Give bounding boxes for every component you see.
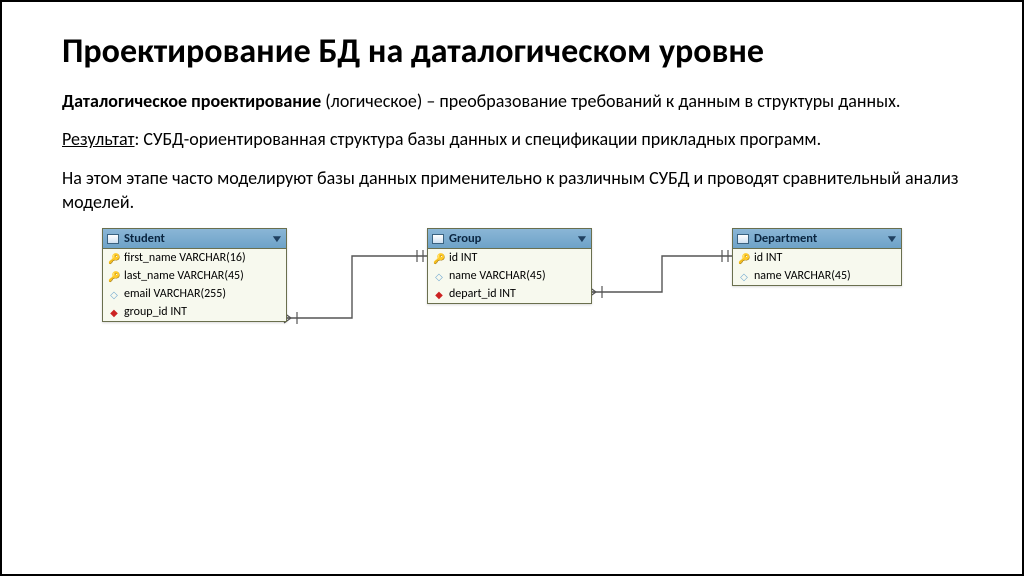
table-group-title: Group xyxy=(449,231,577,246)
key-icon: 🔑 xyxy=(108,252,120,265)
table-row: ◆ depart_id INT xyxy=(428,285,591,303)
col-text: name VARCHAR(45) xyxy=(449,269,546,283)
col-text: group_id INT xyxy=(124,305,187,319)
col-text: last_name VARCHAR(45) xyxy=(124,269,244,283)
slide: Проектирование БД на даталогическом уров… xyxy=(0,0,1024,576)
table-department-header: Department ▼ xyxy=(733,229,901,249)
table-row: ◇ name VARCHAR(45) xyxy=(733,267,901,285)
table-row: ◇ email VARCHAR(255) xyxy=(103,285,286,303)
table-student-header: Student ▼ xyxy=(103,229,286,249)
result-underlined: Результат xyxy=(62,128,135,150)
paragraph-etap: На этом этапе часто моделируют базы данн… xyxy=(62,166,962,215)
col-text: depart_id INT xyxy=(449,287,516,301)
table-row: ◇ name VARCHAR(45) xyxy=(428,267,591,285)
table-row: 🔑 id INT xyxy=(733,249,901,267)
nullable-icon: ◇ xyxy=(433,270,445,283)
chevron-down-icon: ▼ xyxy=(575,232,589,245)
table-row: ◆ group_id INT xyxy=(103,303,286,321)
table-group-header: Group ▼ xyxy=(428,229,591,249)
col-text: id INT xyxy=(449,251,477,265)
col-text: name VARCHAR(45) xyxy=(754,269,851,283)
table-icon xyxy=(107,234,119,244)
col-text: id INT xyxy=(754,251,782,265)
chevron-down-icon: ▼ xyxy=(270,232,284,245)
result-rest: : СУБД-ориентированная структура базы да… xyxy=(135,128,822,150)
table-department: Department ▼ 🔑 id INT ◇ name VARCHAR(45) xyxy=(732,228,902,286)
table-icon xyxy=(737,234,749,244)
fk-icon: ◆ xyxy=(433,288,445,301)
term-bold: Даталогическое проектирование xyxy=(62,90,321,112)
page-title: Проектирование БД на даталогическом уров… xyxy=(62,32,962,71)
erd-diagram: Student ▼ 🔑 first_name VARCHAR(16) 🔑 last_… xyxy=(82,228,942,403)
table-group: Group ▼ 🔑 id INT ◇ name VARCHAR(45) ◆ depar… xyxy=(427,228,592,304)
nullable-icon: ◇ xyxy=(108,288,120,301)
col-text: email VARCHAR(255) xyxy=(124,287,226,301)
paragraph-result: Результат: СУБД-ориентированная структур… xyxy=(62,127,962,151)
table-row: 🔑 first_name VARCHAR(16) xyxy=(103,249,286,267)
key-icon: 🔑 xyxy=(738,252,750,265)
nullable-icon: ◇ xyxy=(738,270,750,283)
table-row: 🔑 id INT xyxy=(428,249,591,267)
table-department-title: Department xyxy=(754,231,887,246)
table-student-title: Student xyxy=(124,231,272,246)
term-rest: (логическое) – преобразование требований… xyxy=(321,90,900,112)
table-icon xyxy=(432,234,444,244)
chevron-down-icon: ▼ xyxy=(885,232,899,245)
key-icon: 🔑 xyxy=(433,252,445,265)
table-row: 🔑 last_name VARCHAR(45) xyxy=(103,267,286,285)
fk-icon: ◆ xyxy=(108,306,120,319)
col-text: first_name VARCHAR(16) xyxy=(124,251,246,265)
paragraph-definition: Даталогическое проектирование (логическо… xyxy=(62,89,962,113)
table-student: Student ▼ 🔑 first_name VARCHAR(16) 🔑 last_… xyxy=(102,228,287,322)
key-icon: 🔑 xyxy=(108,270,120,283)
